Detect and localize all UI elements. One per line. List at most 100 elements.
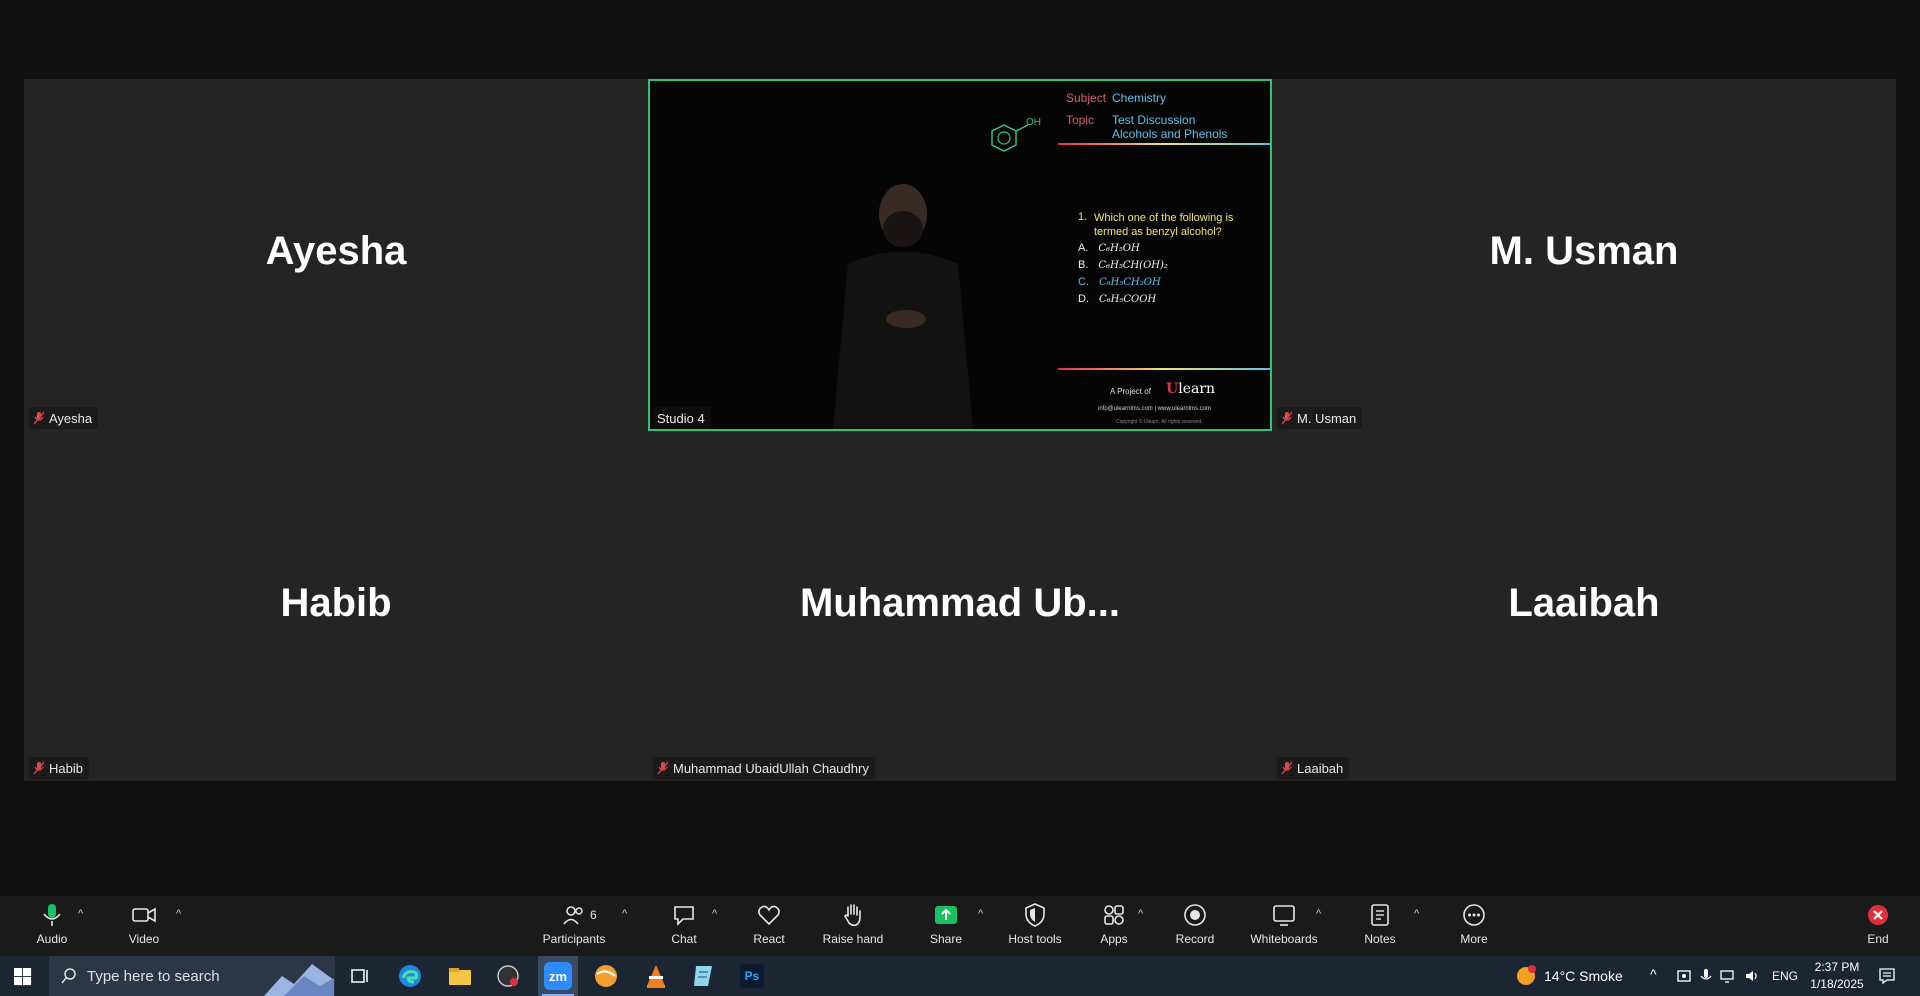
chat-bubble-icon [674,906,694,926]
record-button[interactable]: Record [1170,900,1220,952]
more-button[interactable]: More [1452,900,1496,952]
option-d: D. C₆H₅COOH [1078,293,1157,305]
participants-button[interactable]: Participants [540,900,608,952]
ulearn-logo: Ulearn [1166,381,1216,397]
tray-microphone-icon[interactable] [1698,968,1714,984]
participant-name-display: M. Usman [1489,229,1679,273]
vlc-icon[interactable] [642,962,670,990]
record-label: Record [1175,932,1215,946]
slide-divider-top [1058,143,1270,145]
task-view-icon[interactable] [346,962,374,990]
participant-name-display: Ayesha [265,229,407,273]
question-text: Which one of the following is termed as … [1094,212,1234,238]
chat-options-caret[interactable]: ^ [712,908,717,920]
participant-tile-ayesha[interactable]: Ayesha Ayesha [24,79,648,431]
topic-line-1: Test Discussion [1112,113,1196,127]
question-number: 1. [1078,211,1088,223]
clock-time: 2:37 PM [1814,960,1860,974]
edge-browser-icon[interactable] [396,962,424,990]
participants-options-caret[interactable]: ^ [622,908,627,920]
participant-label: Muhammad UbaidUllah Chaudhry [653,757,875,779]
participant-label-text: Ayesha [49,410,93,426]
end-icon [1868,905,1888,925]
video-label: Video [128,932,160,946]
participants-count: 6 [590,908,597,922]
share-options-caret[interactable]: ^ [978,908,983,920]
host-tools-label: Host tools [1008,932,1062,946]
whiteboards-button[interactable]: Whiteboards [1246,900,1322,952]
notes-button[interactable]: Notes [1358,900,1402,952]
subject-label: Subject [1066,91,1107,105]
volume-icon[interactable] [1744,968,1760,984]
end-meeting-button[interactable]: End [1856,900,1900,952]
footer-web: info@ulearnlms.com | www.ulearnlms.com [1098,406,1212,412]
microphone-icon [43,904,61,926]
heart-icon [758,905,780,926]
react-label: React [753,932,785,946]
participants-label: Participants [542,932,606,946]
photoshop-icon[interactable]: Ps [740,964,764,988]
language-indicator[interactable]: ENG [1772,956,1798,996]
notifications-icon[interactable] [1878,967,1896,985]
windows-start-icon[interactable] [14,968,32,986]
chat-button[interactable]: Chat [660,900,708,952]
meeting-stage: Ayesha Ayesha OH Subject Chemistry Topic… [0,0,1920,896]
participant-label-text: M. Usman [1297,410,1357,426]
meet-now-icon[interactable] [1676,968,1692,984]
muted-mic-icon [33,761,45,775]
show-hidden-icons-caret[interactable]: ^ [1650,966,1657,982]
react-button[interactable]: React [744,900,794,952]
video-options-caret[interactable]: ^ [176,908,181,920]
whiteboards-label: Whiteboards [1250,932,1318,946]
weather-text: 14°C Smoke [1544,968,1623,984]
notes-label: Notes [1364,932,1396,946]
molecule-label: OH [1026,117,1041,128]
participant-label-text: Habib [49,760,83,776]
chat-label: Chat [671,932,697,946]
media-app-icon[interactable] [592,962,620,990]
participant-tile-habib[interactable]: Habib Habib [24,431,648,781]
apps-label: Apps [1100,932,1128,946]
taskbar-search-box[interactable]: Type here to search [49,956,335,996]
whiteboard-icon [1273,905,1295,926]
notes-icon [1371,904,1389,926]
option-a: A. C₆H₅OH [1078,242,1140,254]
participant-label: Habib [29,757,89,779]
apps-button[interactable]: Apps [1092,900,1136,952]
option-b: B. C₆H₅CH(OH)₂ [1078,259,1168,271]
recording-app-icon[interactable] [494,962,522,990]
meeting-toolbar: Audio ^ Video ^ Participants 6 ^ Chat ^ … [0,896,1920,956]
file-explorer-icon[interactable] [446,962,474,990]
audio-options-caret[interactable]: ^ [78,908,83,920]
option-c: C. C₆H₅CH₂OH [1078,276,1161,288]
footer-copyright: Copyright © Ulearn. All rights reserved. [1116,419,1203,425]
windows-taskbar: Type here to search zm Ps 14°C Smoke ^ E… [0,956,1920,996]
share-button[interactable]: Share [922,900,970,952]
participant-label-text: Muhammad UbaidUllah Chaudhry [673,760,869,776]
zoom-app-icon[interactable]: zm [538,956,578,996]
raise-hand-button[interactable]: Raise hand [818,900,888,952]
topic-line-2: Alcohols and Phenols [1112,127,1228,141]
apps-icon [1104,905,1124,925]
notepad-icon[interactable] [690,962,718,990]
audio-button[interactable]: Audio [28,900,76,952]
network-icon[interactable] [1720,968,1736,984]
clock[interactable]: 2:37 PM 1/18/2025 [1806,959,1868,993]
participant-tile-studio-4[interactable]: OH Subject Chemistry Topic Test Discussi… [648,79,1272,431]
whiteboards-options-caret[interactable]: ^ [1316,908,1321,920]
more-label: More [1460,932,1488,946]
participant-tile-laaibah[interactable]: Laaibah Laaibah [1272,431,1896,781]
search-icon [61,968,76,984]
participant-tile-usman[interactable]: M. Usman M. Usman [1272,79,1896,431]
muted-mic-icon [33,411,45,425]
weather-widget[interactable]: 14°C Smoke [1514,956,1623,996]
notes-options-caret[interactable]: ^ [1414,908,1419,920]
share-screen-icon [935,906,957,924]
presenter-video [833,184,973,429]
host-tools-button[interactable]: Host tools [1000,900,1070,952]
participant-tile-muhammad[interactable]: Muhammad Ub... Muhammad UbaidUllah Chaud… [648,431,1272,781]
apps-options-caret[interactable]: ^ [1138,908,1143,920]
participant-label: Ayesha [29,407,99,429]
video-button[interactable]: Video [120,900,168,952]
slide-divider-bottom [1058,368,1270,370]
